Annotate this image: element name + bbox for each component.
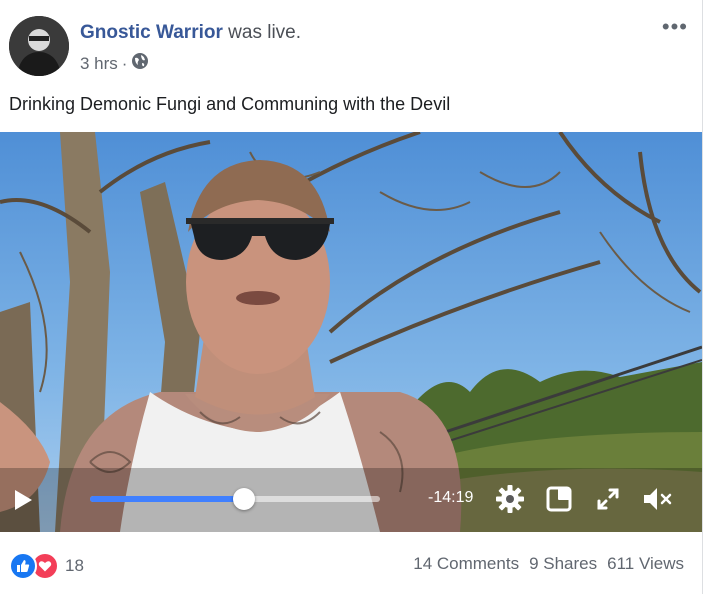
reaction-count: 18 <box>65 556 84 575</box>
mute-icon[interactable] <box>642 485 674 518</box>
post-meta: 3 hrs · <box>80 52 149 75</box>
post-card: Gnostic Warrior was live. 3 hrs · ••• Dr… <box>0 0 703 594</box>
fullscreen-icon[interactable] <box>546 486 572 517</box>
post-caption: Drinking Demonic Fungi and Communing wit… <box>9 94 451 114</box>
progress-bar[interactable] <box>90 488 380 510</box>
progress-fill <box>90 496 244 502</box>
more-options-icon[interactable]: ••• <box>662 16 688 38</box>
globe-icon <box>131 52 149 75</box>
author-suffix: was live. <box>228 22 302 43</box>
comments-count[interactable]: 14 Comments <box>413 554 519 574</box>
settings-icon[interactable] <box>495 484 525 519</box>
views-count: 611 Views <box>607 554 684 573</box>
time-remaining: -14:19 <box>428 489 474 506</box>
expand-icon[interactable] <box>595 486 621 517</box>
video-player[interactable]: -14:19 <box>0 132 702 532</box>
post-stats: 14 Comments 9 Shares 611 Views <box>413 554 684 574</box>
video-controls: -14:19 <box>0 468 702 532</box>
post-header: Gnostic Warrior was live. <box>80 22 301 44</box>
reactions[interactable]: 18 <box>9 552 84 580</box>
play-icon[interactable] <box>12 488 34 517</box>
progress-handle[interactable] <box>232 488 255 510</box>
author-name[interactable]: Gnostic Warrior <box>80 22 223 43</box>
post-time[interactable]: 3 hrs <box>80 54 118 74</box>
like-icon <box>9 552 37 580</box>
post-footer: 18 14 Comments 9 Shares 611 Views <box>0 540 702 588</box>
avatar[interactable] <box>9 16 69 76</box>
shares-count[interactable]: 9 Shares <box>529 554 597 574</box>
meta-separator: · <box>121 53 128 73</box>
